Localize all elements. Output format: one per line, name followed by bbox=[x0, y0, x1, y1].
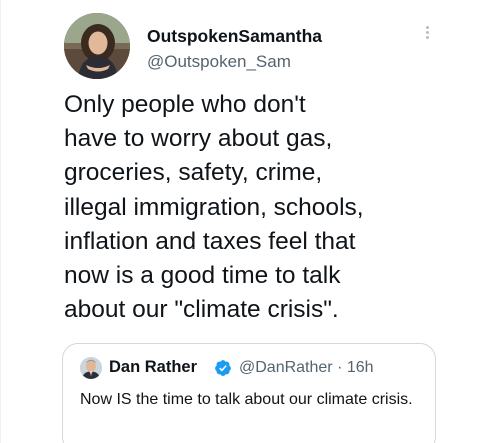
quoted-author-handle[interactable]: @DanRather bbox=[239, 359, 333, 376]
quoted-tweet-time[interactable]: 16h bbox=[347, 359, 374, 376]
quoted-author-name[interactable]: Dan Rather bbox=[109, 358, 197, 377]
author-display-name[interactable]: OutspokenSamantha bbox=[147, 26, 322, 47]
more-options-icon[interactable] bbox=[418, 24, 436, 46]
quoted-tweet[interactable]: Dan Rather @DanRather · 16h Now IS the t… bbox=[62, 343, 436, 443]
tweet-card[interactable]: OutspokenSamantha @Outspoken_Sam Only pe… bbox=[0, 0, 500, 443]
more-dot bbox=[425, 26, 429, 29]
profile-photo-icon bbox=[80, 357, 102, 379]
quoted-author-avatar[interactable] bbox=[80, 357, 102, 379]
quoted-author-meta: @DanRather · 16h bbox=[239, 359, 374, 377]
author-avatar[interactable] bbox=[64, 13, 130, 79]
verified-badge-icon bbox=[215, 360, 231, 376]
quoted-tweet-text: Now IS the time to talk about our climat… bbox=[80, 391, 413, 408]
tweet-text: Only people who don't have to worry abou… bbox=[64, 91, 364, 324]
meta-separator: · bbox=[337, 359, 343, 376]
profile-photo-icon bbox=[64, 13, 130, 79]
more-dot bbox=[425, 36, 429, 39]
author-handle[interactable]: @Outspoken_Sam bbox=[147, 52, 291, 72]
more-dot bbox=[425, 31, 429, 34]
